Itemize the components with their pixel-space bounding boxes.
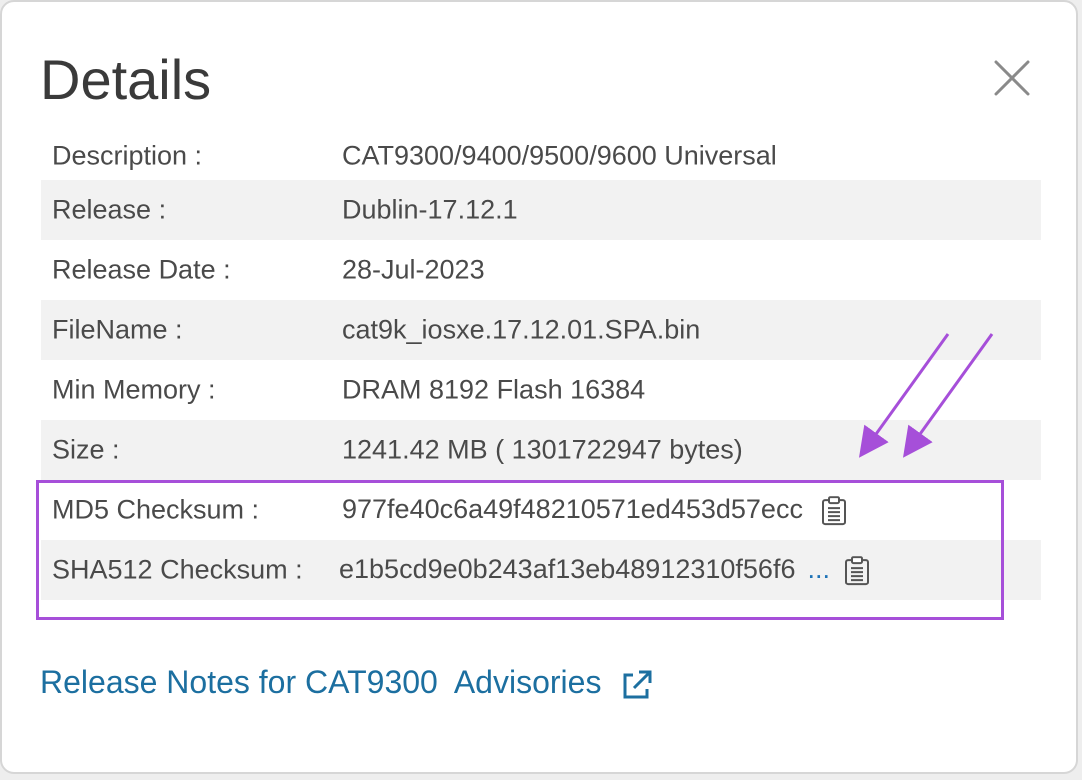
links-row: Release Notes for CAT9300 Advisories bbox=[40, 658, 655, 706]
close-button[interactable] bbox=[990, 56, 1034, 100]
row-label: Release Date : bbox=[52, 254, 231, 285]
row-filename: FileName : cat9k_iosxe.17.12.01.SPA.bin bbox=[41, 300, 1041, 360]
details-dialog: Details Description : CAT9300/9400/9500/… bbox=[0, 0, 1078, 774]
row-value: 28-Jul-2023 bbox=[342, 254, 485, 285]
external-link-icon bbox=[623, 670, 652, 699]
close-icon bbox=[994, 60, 1030, 96]
row-value: 977fe40c6a49f48210571ed453d57ecc bbox=[342, 494, 847, 526]
row-value: CAT9300/9400/9500/9600 Universal bbox=[342, 140, 777, 171]
row-description: Description : CAT9300/9400/9500/9600 Uni… bbox=[41, 132, 1041, 180]
row-label: Min Memory : bbox=[52, 374, 216, 405]
row-value: 1241.42 MB ( 1301722947 bytes) bbox=[342, 434, 743, 465]
row-value: cat9k_iosxe.17.12.01.SPA.bin bbox=[342, 314, 701, 345]
show-more-ellipsis[interactable]: ... bbox=[807, 554, 830, 584]
advisories-external-link[interactable] bbox=[619, 667, 655, 703]
sha512-value: e1b5cd9e0b243af13eb48912310f56f6 bbox=[339, 554, 796, 585]
row-label: FileName : bbox=[52, 314, 183, 345]
clipboard-icon bbox=[844, 555, 869, 585]
details-table: Description : CAT9300/9400/9500/9600 Uni… bbox=[41, 132, 1041, 600]
md5-value: 977fe40c6a49f48210571ed453d57ecc bbox=[342, 494, 803, 525]
row-value: DRAM 8192 Flash 16384 bbox=[342, 374, 646, 405]
row-label: Description : bbox=[52, 140, 203, 171]
row-release: Release : Dublin-17.12.1 bbox=[41, 180, 1041, 240]
clipboard-icon bbox=[821, 495, 846, 525]
copy-sha512-button[interactable] bbox=[844, 555, 870, 586]
row-sha512-checksum: SHA512 Checksum : e1b5cd9e0b243af13eb489… bbox=[41, 540, 1041, 600]
row-label: SHA512 Checksum : bbox=[52, 554, 303, 585]
row-label: Release : bbox=[52, 194, 167, 225]
row-size: Size : 1241.42 MB ( 1301722947 bytes) bbox=[41, 420, 1041, 480]
row-label: Size : bbox=[52, 434, 120, 465]
row-value: Dublin-17.12.1 bbox=[342, 194, 518, 225]
row-label: MD5 Checksum : bbox=[52, 494, 260, 525]
row-min-memory: Min Memory : DRAM 8192 Flash 16384 bbox=[41, 360, 1041, 420]
dialog-title: Details bbox=[40, 48, 212, 111]
row-value: e1b5cd9e0b243af13eb48912310f56f6... bbox=[339, 554, 870, 586]
advisories-link[interactable]: Advisories bbox=[454, 664, 602, 700]
copy-md5-button[interactable] bbox=[821, 495, 847, 526]
row-md5-checksum: MD5 Checksum : 977fe40c6a49f48210571ed45… bbox=[41, 480, 1041, 540]
release-notes-link[interactable]: Release Notes for CAT9300 bbox=[40, 664, 438, 700]
row-release-date: Release Date : 28-Jul-2023 bbox=[41, 240, 1041, 300]
